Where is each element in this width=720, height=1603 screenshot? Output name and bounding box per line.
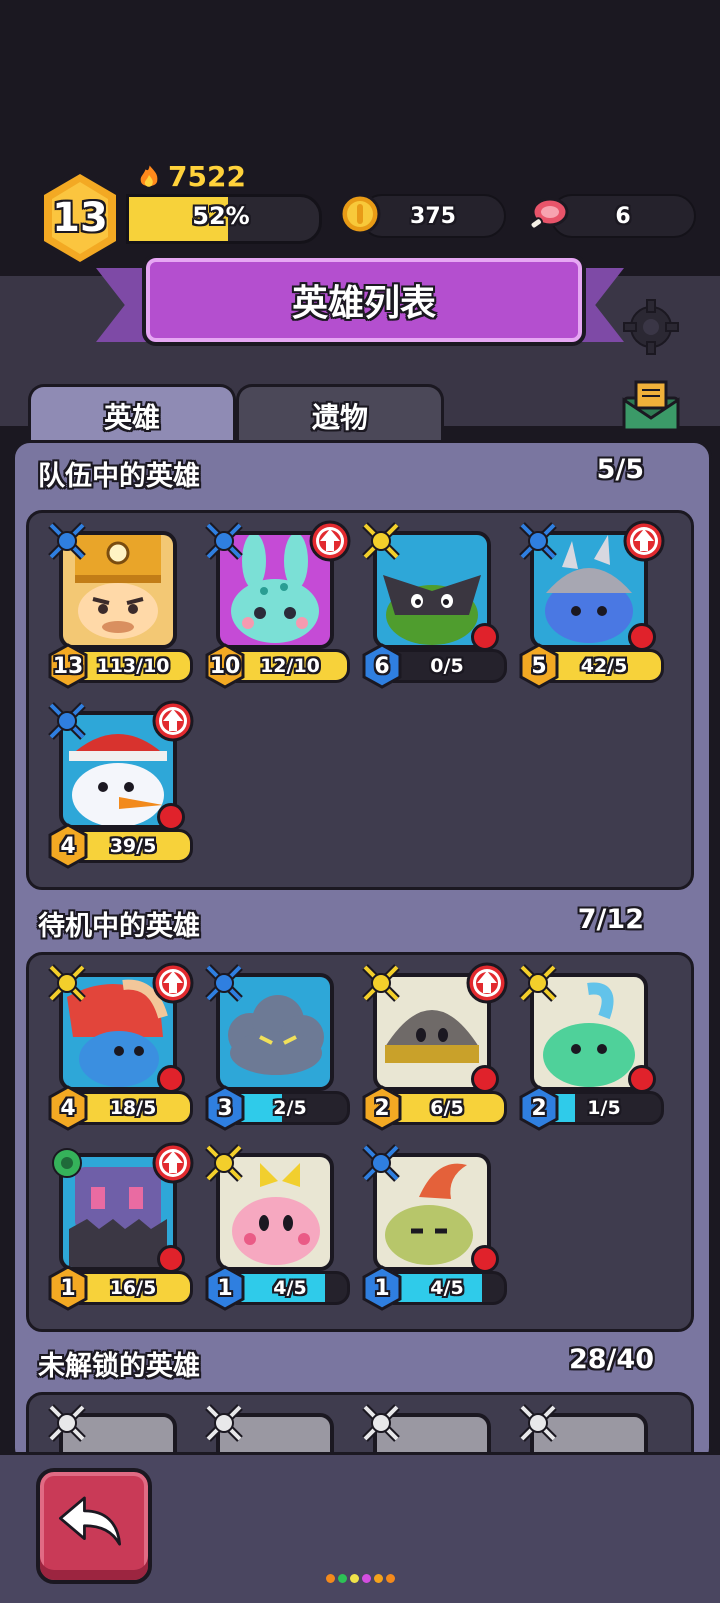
hero-card-progress: 6/5 <box>430 1097 464 1119</box>
hero-class-icon <box>205 964 243 1002</box>
hero-level: 2 <box>374 1095 390 1121</box>
hero-level: 4 <box>60 1095 76 1121</box>
hero-card-progress: 12/10 <box>260 655 320 677</box>
tab-heroes[interactable]: 英雄 <box>28 384 236 445</box>
standby-section-count: 7/12 <box>577 904 644 935</box>
hero-level: 6 <box>374 653 390 679</box>
page-title: 英雄列表 <box>142 254 586 346</box>
hero-class-icon <box>205 1144 243 1182</box>
hero-card-progress: 1/5 <box>587 1097 621 1119</box>
hero-level: 1 <box>374 1275 390 1301</box>
hero-card-progress: 2/5 <box>273 1097 307 1119</box>
hero-class-icon <box>48 522 86 560</box>
hero-level: 1 <box>217 1275 233 1301</box>
hero-class-icon <box>362 1404 400 1442</box>
notification-dot <box>471 623 499 651</box>
xp-percent: 52% <box>192 202 250 230</box>
team-hero-card[interactable]: 42/5 5 <box>516 519 665 689</box>
locked-section-count: 28/40 <box>568 1344 654 1375</box>
hero-card-progress: 16/5 <box>109 1277 157 1299</box>
hero-level: 1 <box>60 1275 76 1301</box>
upgrade-arrow-icon <box>152 962 194 1004</box>
hero-class-icon <box>519 1404 557 1442</box>
hero-card-progress: 0/5 <box>430 655 464 677</box>
hero-card-progress: 42/5 <box>580 655 628 677</box>
back-button[interactable] <box>36 1468 152 1584</box>
hero-class-icon <box>48 1404 86 1442</box>
standby-hero-card[interactable]: 1/5 2 <box>516 961 664 1131</box>
notification-dot <box>628 1065 656 1093</box>
upgrade-arrow-icon <box>466 962 508 1004</box>
hero-class-icon <box>519 522 557 560</box>
notification-dot <box>628 623 656 651</box>
coin-icon <box>339 193 381 235</box>
meat-counter[interactable]: 6 <box>550 194 696 238</box>
team-hero-card[interactable]: 0/5 6 <box>359 519 507 689</box>
locked-section-title: 未解锁的英雄 <box>38 1351 200 1382</box>
notification-dot <box>157 1065 185 1093</box>
standby-hero-grid: 18/5 4 2/5 3 6/5 2 1/5 2 16/5 1 4/5 1 4/5 1 <box>26 952 694 1332</box>
team-hero-card[interactable]: 39/5 4 <box>45 699 194 869</box>
hero-level: 13 <box>52 653 84 679</box>
hero-class-icon <box>205 522 243 560</box>
upgrade-arrow-icon <box>152 1142 194 1184</box>
hero-class-icon <box>362 522 400 560</box>
upgrade-arrow-icon <box>152 700 194 742</box>
notification-dot <box>471 1065 499 1093</box>
hero-class-icon <box>52 1148 82 1178</box>
upgrade-arrow-icon <box>309 520 351 562</box>
player-level: 13 <box>52 195 108 241</box>
team-hero-grid: 113/10 13 12/10 10 0/5 6 42/5 5 39/5 4 <box>26 510 694 890</box>
hero-card-progress: 4/5 <box>430 1277 464 1299</box>
standby-hero-card[interactable]: 16/5 1 <box>45 1141 194 1311</box>
hero-card-progress: 39/5 <box>109 835 157 857</box>
team-section-title: 队伍中的英雄 <box>38 461 200 492</box>
meat-icon <box>529 197 569 230</box>
team-hero-card[interactable]: 113/10 13 <box>45 519 193 689</box>
team-hero-card[interactable]: 12/10 10 <box>202 519 351 689</box>
standby-hero-card[interactable]: 6/5 2 <box>359 961 508 1131</box>
upgrade-arrow-icon <box>623 520 665 562</box>
standby-hero-card[interactable]: 4/5 1 <box>202 1141 350 1311</box>
notification-dot <box>157 1245 185 1273</box>
meat-value: 6 <box>615 203 631 229</box>
hero-level: 10 <box>209 653 241 679</box>
standby-hero-card[interactable]: 2/5 3 <box>202 961 350 1131</box>
gear-icon[interactable] <box>622 298 680 356</box>
page-indicator <box>326 1574 395 1583</box>
notification-dot <box>471 1245 499 1273</box>
hero-class-icon <box>362 1144 400 1182</box>
standby-section-title: 待机中的英雄 <box>38 911 200 942</box>
mail-icon[interactable] <box>620 378 682 434</box>
power-value: 7522 <box>168 159 246 193</box>
hero-class-icon <box>48 702 86 740</box>
hero-class-icon <box>48 964 86 1002</box>
team-section-count: 5/5 <box>596 454 644 485</box>
standby-hero-card[interactable]: 18/5 4 <box>45 961 194 1131</box>
notification-dot <box>157 803 185 831</box>
hero-class-icon <box>205 1404 243 1442</box>
flame-icon <box>138 161 160 189</box>
back-arrow-icon <box>58 1496 122 1546</box>
hero-level: 4 <box>60 833 76 859</box>
power-display: 7522 <box>136 159 246 193</box>
hero-class-icon <box>362 964 400 1002</box>
hero-level: 3 <box>217 1095 233 1121</box>
hero-level: 5 <box>531 653 547 679</box>
coin-value: 375 <box>410 203 456 229</box>
tab-relics[interactable]: 遗物 <box>236 384 444 445</box>
hero-card-progress: 113/10 <box>96 655 170 677</box>
hero-card-progress: 18/5 <box>109 1097 157 1119</box>
hero-level: 2 <box>531 1095 547 1121</box>
standby-hero-card[interactable]: 4/5 1 <box>359 1141 507 1311</box>
hero-card-progress: 4/5 <box>273 1277 307 1299</box>
hero-class-icon <box>519 964 557 1002</box>
